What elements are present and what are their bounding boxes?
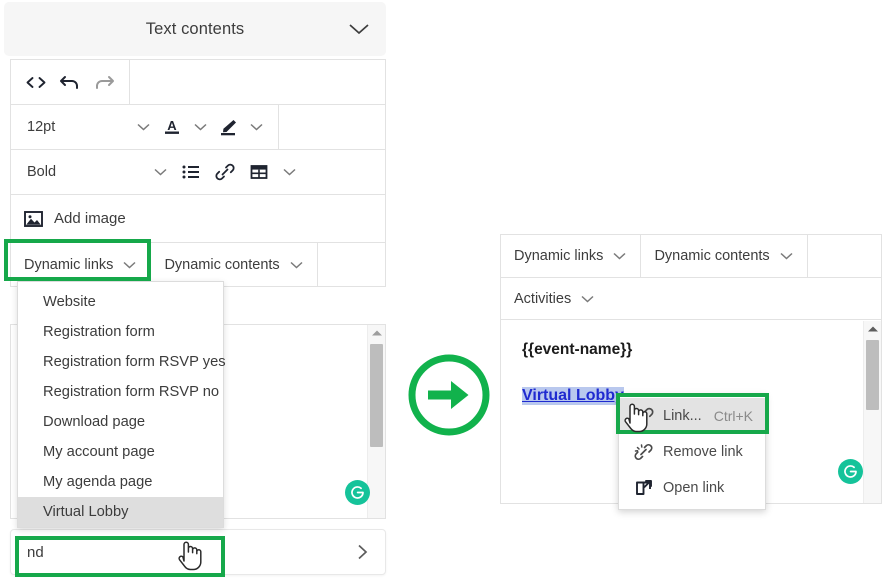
virtual-lobby-link[interactable]: Virtual Lobby <box>522 387 624 405</box>
toolbar-row-font: 12pt A <box>11 105 385 150</box>
dropdown-item-virtual-lobby[interactable]: Virtual Lobby <box>18 497 223 527</box>
right-dynamic-links-button[interactable]: Dynamic links <box>501 235 642 277</box>
dropdown-item-registration-form-rsvp-no[interactable]: Registration form RSVP no <box>18 377 223 407</box>
font-size-value[interactable]: 12pt <box>19 119 130 135</box>
font-group: 12pt A <box>11 105 279 149</box>
redo-arrow-icon[interactable] <box>87 60 121 104</box>
chevron-down-icon <box>612 251 627 261</box>
highlight-pen-icon[interactable] <box>214 105 243 149</box>
dropdown-item-download-page[interactable]: Download page <box>18 407 223 437</box>
format-group: Bold <box>11 150 311 194</box>
history-group <box>11 60 130 104</box>
left-editor-panel: Text contents 12pt A Bold Add image Dyna… <box>4 2 386 578</box>
link-context-menu: Link... Ctrl+K Remove link Open link <box>618 394 766 510</box>
add-image-label: Add image <box>54 210 126 227</box>
remove-link-icon <box>629 442 659 462</box>
editor-toolbar: 12pt A Bold Add image Dynamic links Dyna… <box>10 59 386 287</box>
dynamic-row-spacer <box>317 243 385 286</box>
dropdown-item-my-agenda-page[interactable]: My agenda page <box>18 467 223 497</box>
toolbar-row-history-spacer <box>130 60 385 104</box>
toolbar-row-history <box>11 60 385 105</box>
undo-arrow-icon[interactable] <box>53 60 87 104</box>
scroll-up-arrow-icon[interactable] <box>370 329 383 337</box>
link-chain-icon[interactable] <box>208 150 242 194</box>
activities-row: Activities <box>501 278 881 320</box>
chevron-down-icon[interactable] <box>136 122 151 132</box>
dynamic-contents-label: Dynamic contents <box>164 256 280 273</box>
scrollbar-thumb[interactable] <box>370 344 383 447</box>
dynamic-contents-button[interactable]: Dynamic contents <box>151 243 318 286</box>
add-image-button[interactable]: Add image <box>11 195 385 243</box>
screenshot-root: Text contents 12pt A Bold Add image Dyna… <box>0 0 894 583</box>
chevron-down-icon <box>779 251 794 261</box>
scroll-up-arrow-icon[interactable] <box>866 325 879 333</box>
chevron-down-icon[interactable] <box>153 167 168 177</box>
bottom-collapsed-card[interactable]: nd <box>10 529 386 575</box>
context-menu-item-remove-link[interactable]: Remove link <box>619 434 765 470</box>
scrollbar-thumb[interactable] <box>866 340 879 410</box>
context-menu-link-label: Link... <box>663 408 702 424</box>
chevron-down-icon[interactable] <box>348 22 370 36</box>
code-brackets-icon[interactable] <box>19 60 53 104</box>
dynamic-links-label: Dynamic links <box>24 256 114 273</box>
page-title: Text contents <box>145 19 245 38</box>
context-menu-item-link[interactable]: Link... Ctrl+K <box>619 398 765 434</box>
context-menu-open-link-label: Open link <box>663 480 725 496</box>
right-dynamic-row-spacer <box>808 235 881 277</box>
bottom-card-label: nd <box>27 543 44 561</box>
table-grid-icon[interactable] <box>242 150 276 194</box>
right-dynamic-toolbar-row: Dynamic links Dynamic contents <box>501 235 881 278</box>
chevron-down-icon[interactable] <box>282 167 297 177</box>
right-dynamic-contents-button[interactable]: Dynamic contents <box>641 235 808 277</box>
open-external-icon <box>629 478 659 498</box>
right-dynamic-contents-label: Dynamic contents <box>654 248 770 264</box>
chevron-down-icon[interactable] <box>249 122 264 132</box>
toolbar-row-format: Bold <box>11 150 385 195</box>
chevron-down-icon <box>122 260 137 270</box>
right-dynamic-links-label: Dynamic links <box>514 248 604 264</box>
text-contents-header[interactable]: Text contents <box>4 2 386 56</box>
arrow-right-circle-icon <box>406 352 492 438</box>
dropdown-item-registration-form-rsvp-yes[interactable]: Registration form RSVP yes <box>18 347 226 377</box>
context-menu-link-shortcut: Ctrl+K <box>713 408 753 424</box>
activities-label: Activities <box>514 290 572 307</box>
chevron-right-icon[interactable] <box>356 542 369 562</box>
dropdown-item-website[interactable]: Website <box>18 287 223 317</box>
text-style-value[interactable]: Bold <box>19 164 147 180</box>
chevron-down-icon <box>289 260 304 270</box>
bullet-list-icon[interactable] <box>174 150 208 194</box>
text-color-A-icon[interactable]: A <box>157 105 186 149</box>
image-icon <box>23 209 44 229</box>
right-editor-scrollbar[interactable] <box>863 321 881 503</box>
grammarly-g-icon[interactable] <box>838 459 863 484</box>
activities-button[interactable]: Activities <box>501 278 608 319</box>
link-chain-icon <box>629 406 659 426</box>
dynamic-links-button[interactable]: Dynamic links <box>11 243 152 286</box>
context-menu-item-open-link[interactable]: Open link <box>619 470 765 506</box>
dropdown-item-my-account-page[interactable]: My account page <box>18 437 223 467</box>
toolbar-row-font-spacer <box>279 105 385 149</box>
svg-text:A: A <box>167 118 177 133</box>
grammarly-g-icon[interactable] <box>345 480 370 505</box>
chevron-down-icon[interactable] <box>193 122 208 132</box>
dropdown-item-registration-form[interactable]: Registration form <box>18 317 223 347</box>
dynamic-links-dropdown: Website Registration form Registration f… <box>17 281 226 528</box>
event-name-token: {{event-name}} <box>522 341 633 358</box>
chevron-down-icon <box>580 294 595 304</box>
context-menu-remove-link-label: Remove link <box>663 444 743 460</box>
